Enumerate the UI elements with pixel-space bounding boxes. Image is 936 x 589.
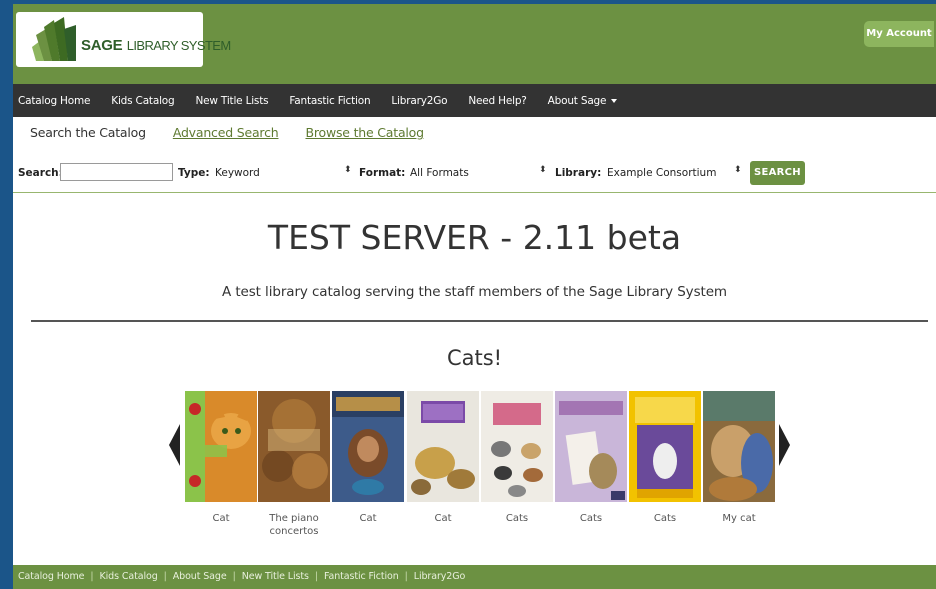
logo-thin-text: LIBRARY SYSTEM xyxy=(126,38,231,53)
divider xyxy=(13,192,936,193)
carousel-book[interactable] xyxy=(703,391,775,502)
book-title[interactable]: Cats xyxy=(629,512,701,525)
book-cover[interactable] xyxy=(481,391,553,502)
book-caption: Cat xyxy=(185,507,257,525)
search-subtabs: Search the Catalog Advanced Search Brows… xyxy=(30,125,424,140)
carousel-book[interactable] xyxy=(258,391,330,502)
carousel-book[interactable] xyxy=(185,391,257,502)
carousel-next-arrow-icon[interactable] xyxy=(779,424,790,466)
nav-fantastic-fiction[interactable]: Fantastic Fiction xyxy=(289,95,370,107)
nav-about-sage[interactable]: About Sage xyxy=(548,95,618,107)
footer-link-kids-catalog[interactable]: Kids Catalog xyxy=(99,565,157,589)
carousel-title: Cats! xyxy=(446,346,503,370)
library-label: Library: xyxy=(555,167,602,179)
nav-kids-catalog[interactable]: Kids Catalog xyxy=(111,95,174,107)
search-bar: Search: Type: Keyword ⬍ Format: All Form… xyxy=(18,161,933,187)
footer-link-fantastic-fiction[interactable]: Fantastic Fiction xyxy=(324,565,399,589)
search-button[interactable]: SEARCH xyxy=(750,161,805,185)
search-input[interactable] xyxy=(60,163,173,181)
my-account-button[interactable]: My Account xyxy=(864,21,934,47)
book-caption: Cats xyxy=(481,507,553,525)
site-footer: Catalog Home | Kids Catalog | About Sage | … xyxy=(13,565,936,589)
type-label: Type: xyxy=(178,167,210,179)
carousel-book[interactable] xyxy=(629,391,701,502)
book-title[interactable]: Cats xyxy=(481,512,553,525)
book-caption: My cat xyxy=(703,507,775,525)
footer-link-about-sage[interactable]: About Sage xyxy=(173,565,227,589)
footer-separator: | xyxy=(404,571,408,582)
search-label: Search: xyxy=(18,167,63,179)
book-caption: The piano concertos xyxy=(258,507,330,538)
book-caption: Cat xyxy=(332,507,404,525)
book-title[interactable]: Cat xyxy=(185,512,257,525)
book-title[interactable]: Cats xyxy=(555,512,627,525)
page-subtitle: A test library catalog serving the staff… xyxy=(222,284,727,300)
top-navigation: Catalog Home Kids Catalog New Title List… xyxy=(13,84,936,117)
footer-link-library2go[interactable]: Library2Go xyxy=(414,565,466,589)
book-title[interactable]: My cat xyxy=(703,512,775,525)
book-title[interactable]: The piano concertos xyxy=(258,512,330,538)
book-title[interactable]: Cat xyxy=(407,512,479,525)
footer-separator: | xyxy=(163,571,167,582)
nav-need-help[interactable]: Need Help? xyxy=(468,95,526,107)
book-cover[interactable] xyxy=(258,391,330,502)
nav-library2go[interactable]: Library2Go xyxy=(391,95,447,107)
carousel-book[interactable] xyxy=(407,391,479,502)
book-caption: Cats xyxy=(629,507,701,525)
nav-about-sage-label: About Sage xyxy=(547,94,607,107)
book-cover[interactable] xyxy=(332,391,404,502)
format-select[interactable]: All Formats xyxy=(410,167,469,179)
footer-link-new-title-lists[interactable]: New Title Lists xyxy=(242,565,309,589)
carousel-book[interactable] xyxy=(481,391,553,502)
format-label: Format: xyxy=(359,167,406,179)
tab-browse-catalog[interactable]: Browse the Catalog xyxy=(305,125,424,140)
carousel-book[interactable] xyxy=(555,391,627,502)
type-select[interactable]: Keyword xyxy=(215,167,260,179)
format-select-chevron-icon: ⬍ xyxy=(539,165,547,175)
sage-leaf-icon xyxy=(32,17,76,61)
page-frame: SAGE LIBRARY SYSTEM My Account Catalog H… xyxy=(13,4,936,589)
divider xyxy=(31,320,928,322)
type-select-chevron-icon: ⬍ xyxy=(344,165,352,175)
logo-wordmark: SAGE LIBRARY SYSTEM xyxy=(81,37,231,55)
footer-link-catalog-home[interactable]: Catalog Home xyxy=(18,565,84,589)
book-cover[interactable] xyxy=(555,391,627,502)
caret-down-icon xyxy=(611,98,618,103)
tab-search-catalog[interactable]: Search the Catalog xyxy=(30,125,146,140)
nav-catalog-home[interactable]: Catalog Home xyxy=(18,95,90,107)
tab-advanced-search[interactable]: Advanced Search xyxy=(173,125,279,140)
logo-bold-text: SAGE xyxy=(81,37,123,54)
library-select[interactable]: Example Consortium xyxy=(607,167,716,179)
nav-new-title-lists[interactable]: New Title Lists xyxy=(195,95,268,107)
carousel-prev-arrow-icon[interactable] xyxy=(169,424,180,466)
page-title: TEST SERVER - 2.11 beta xyxy=(267,218,682,257)
book-cover[interactable] xyxy=(407,391,479,502)
site-header: SAGE LIBRARY SYSTEM My Account xyxy=(13,4,936,84)
book-caption: Cat xyxy=(407,507,479,525)
library-select-chevron-icon: ⬍ xyxy=(734,165,742,175)
book-title[interactable]: Cat xyxy=(332,512,404,525)
footer-separator: | xyxy=(90,571,94,582)
book-cover[interactable] xyxy=(703,391,775,502)
site-logo[interactable]: SAGE LIBRARY SYSTEM xyxy=(16,12,231,67)
book-cover[interactable] xyxy=(185,391,257,502)
footer-separator: | xyxy=(314,571,318,582)
book-caption: Cats xyxy=(555,507,627,525)
book-cover[interactable] xyxy=(629,391,701,502)
carousel-book[interactable] xyxy=(332,391,404,502)
footer-separator: | xyxy=(232,571,236,582)
